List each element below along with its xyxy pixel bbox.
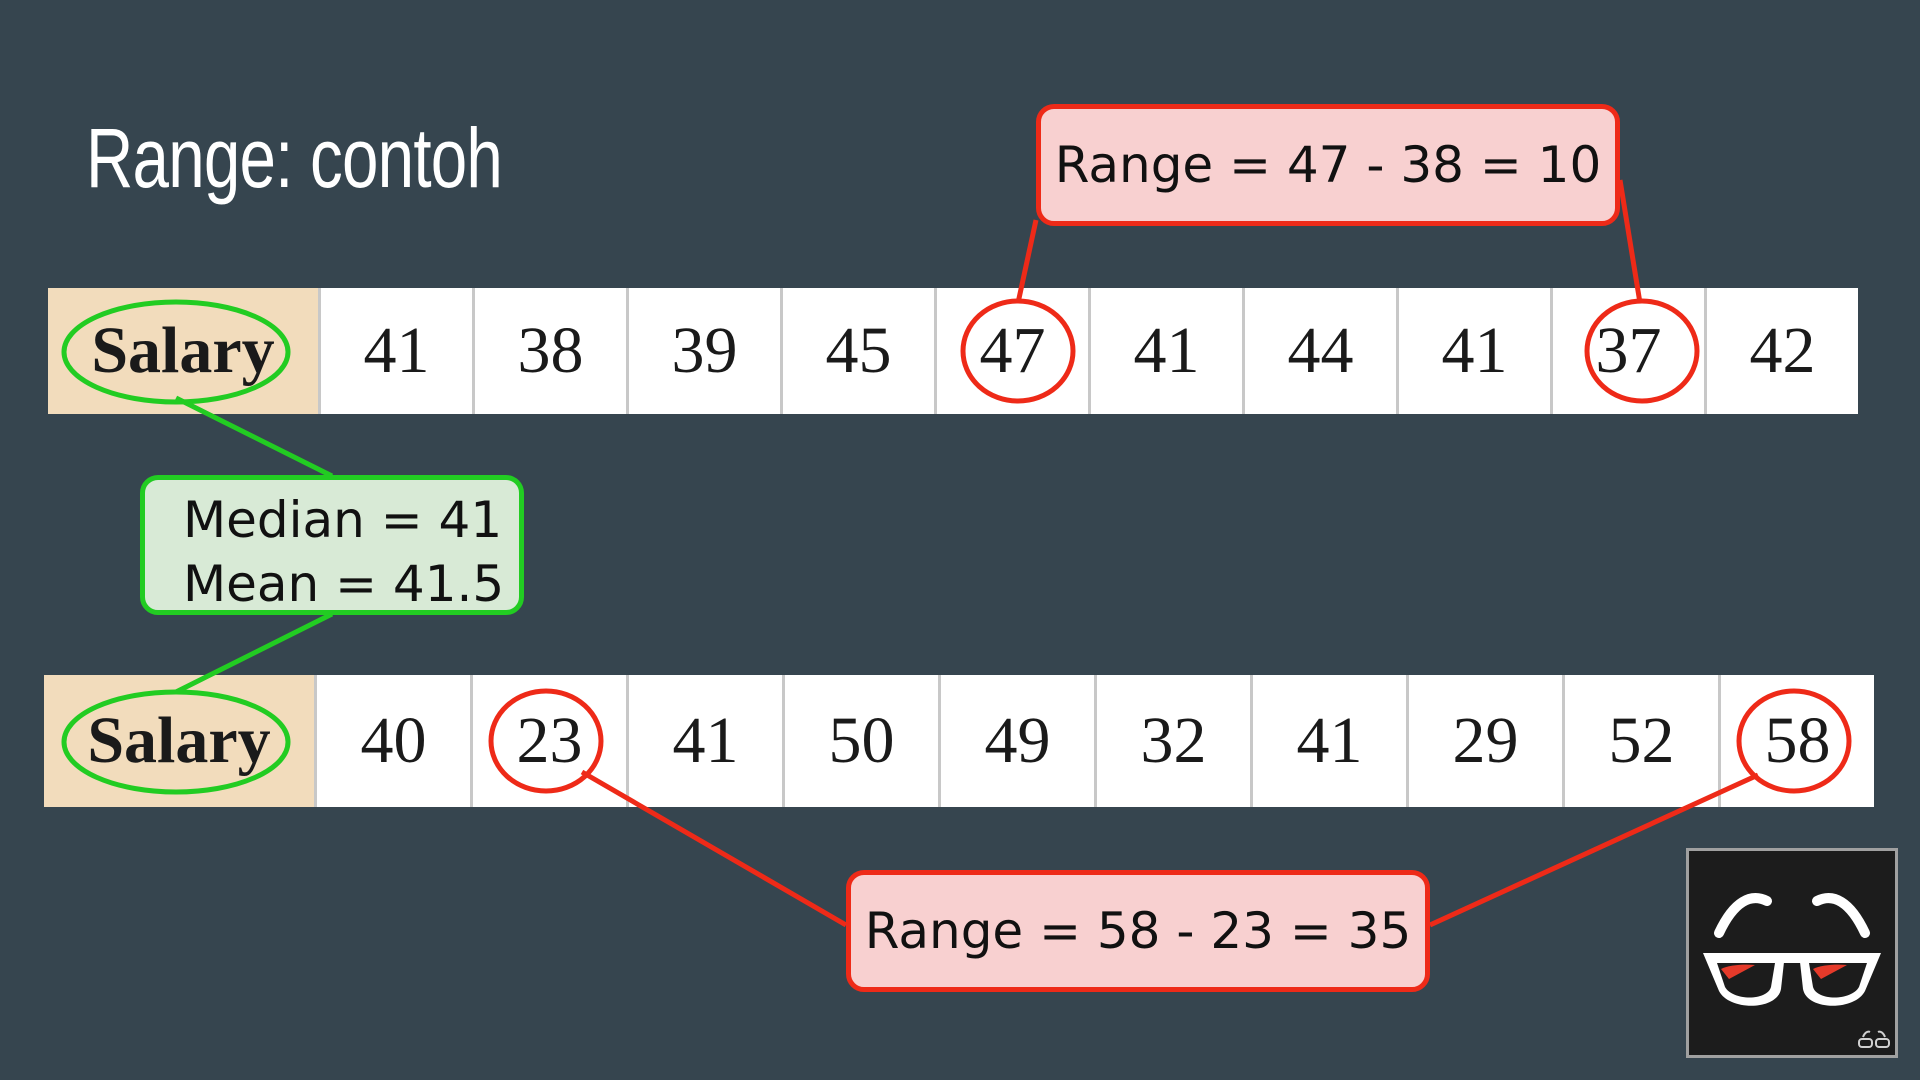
salary-header-label: Salary (91, 314, 275, 387)
connector-line-red (1617, 179, 1643, 304)
stats-callout: Median = 41 Mean = 41.5 (140, 475, 524, 615)
table-cell: 29 (1406, 675, 1562, 807)
table-cell: 49 (938, 675, 1094, 807)
salary-header-label: Salary (87, 704, 271, 777)
salary-header-cell: Salary (44, 675, 314, 807)
mini-glasses-icon (1858, 1030, 1890, 1048)
table-cell: 52 (1562, 675, 1718, 807)
slide-title: Range: contoh (86, 111, 503, 205)
table-cell-max: 58 (1718, 675, 1874, 807)
table-cell: 44 (1242, 288, 1396, 414)
table-cell: 39 (626, 288, 780, 414)
salary-table-1: Salary 41 38 39 45 47 41 44 41 37 42 (48, 288, 1858, 414)
table-cell: 41 (626, 675, 782, 807)
table-cell: 32 (1094, 675, 1250, 807)
table-cell: 40 (314, 675, 470, 807)
table-cell: 42 (1704, 288, 1858, 414)
table-cell: 45 (780, 288, 934, 414)
channel-logo (1686, 848, 1898, 1058)
table-cell-min: 23 (470, 675, 626, 807)
range-callout-top: Range = 47 - 38 = 10 (1036, 104, 1620, 226)
table-cell: 50 (782, 675, 938, 807)
range-callout-bottom: Range = 58 - 23 = 35 (846, 870, 1430, 992)
table-cell-max: 47 (934, 288, 1088, 414)
table-cell-min: 37 (1550, 288, 1704, 414)
salary-header-cell: Salary (48, 288, 318, 414)
table-cell: 41 (1396, 288, 1550, 414)
median-label: Median = 41 (183, 491, 503, 549)
table-cell: 38 (472, 288, 626, 414)
table-cell: 41 (1088, 288, 1242, 414)
salary-table-2: Salary 40 23 41 50 49 32 41 29 52 58 (44, 675, 1874, 807)
table-cell: 41 (318, 288, 472, 414)
mean-label: Mean = 41.5 (183, 555, 505, 613)
glasses-icon (1703, 893, 1881, 1006)
table-cell: 41 (1250, 675, 1406, 807)
